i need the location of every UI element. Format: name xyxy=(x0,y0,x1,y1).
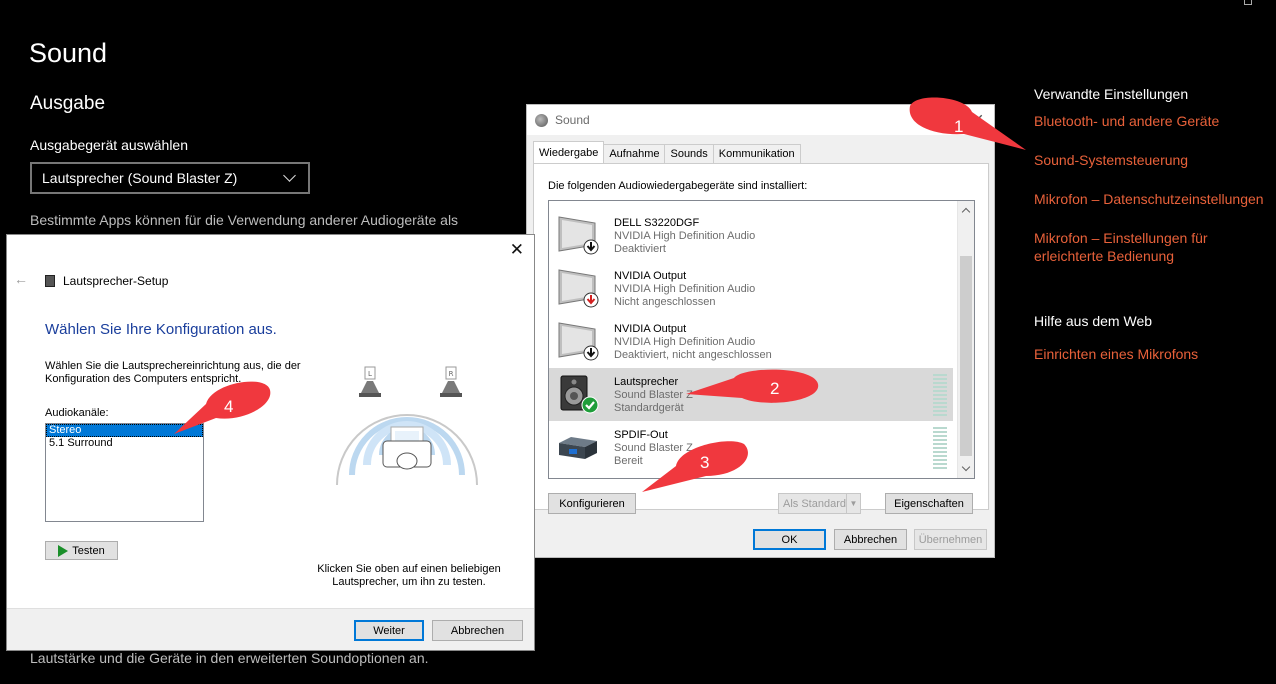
device-name: NVIDIA Output xyxy=(614,323,687,335)
annotation-callout-4: 4 xyxy=(174,381,271,434)
section-heading-output: Ausgabe xyxy=(30,93,106,114)
scroll-down-icon[interactable] xyxy=(961,462,971,472)
volume-meter xyxy=(933,427,947,469)
tab-communication[interactable]: Kommunikation xyxy=(712,144,801,163)
output-device-label: Ausgabegerät auswählen xyxy=(30,137,189,153)
link-bluetooth-devices[interactable]: Bluetooth- und andere Geräte xyxy=(1034,112,1274,130)
sound-tabs: Wiedergabe Aufnahme Sounds Kommunikation xyxy=(533,141,801,164)
device-driver: Sound Blaster Z xyxy=(614,389,693,401)
speaker-right-label: R xyxy=(449,370,454,378)
audio-channels-label: Audiokanäle: xyxy=(45,407,109,419)
set-default-button[interactable]: Als Standard ▼ xyxy=(778,493,861,514)
speaker-app-icon xyxy=(535,113,548,127)
ok-button[interactable]: OK xyxy=(753,529,826,550)
link-microphone-accessibility[interactable]: Mikrofon – Einstellungen für erleichtert… xyxy=(1034,229,1274,265)
speaker-left-label: L xyxy=(368,370,372,378)
output-device-value: Lautsprecher (Sound Blaster Z) xyxy=(42,170,238,186)
output-description: Bestimmte Apps können für die Verwendung… xyxy=(30,212,459,228)
device-name: NVIDIA Output xyxy=(614,270,687,282)
link-microphone-privacy[interactable]: Mikrofon – Datenschutzeinstellungen xyxy=(1034,190,1274,208)
scroll-thumb[interactable] xyxy=(960,256,972,456)
playback-intro: Die folgenden Audiowiedergabegeräte sind… xyxy=(548,180,808,192)
annotation-number: 3 xyxy=(700,453,709,472)
apply-button[interactable]: Übernehmen xyxy=(914,529,987,550)
playback-device-list[interactable]: DELL S3220DGF NVIDIA High Definition Aud… xyxy=(548,200,975,479)
list-item[interactable]: NVIDIA Output NVIDIA High Definition Aud… xyxy=(549,315,953,368)
set-default-label: Als Standard xyxy=(783,497,846,510)
output-device-select[interactable]: Lautsprecher (Sound Blaster Z) xyxy=(30,162,310,194)
related-settings-panel: Verwandte Einstellungen Bluetooth- und a… xyxy=(1034,86,1274,384)
test-button[interactable]: Testen xyxy=(45,541,118,560)
device-name: DELL S3220DGF xyxy=(614,217,700,229)
speaker-layout-diagram: L R xyxy=(336,366,478,486)
sound-dialog: Sound ✕ Wiedergabe Aufnahme Sounds Kommu… xyxy=(526,104,995,558)
spdif-device-icon xyxy=(559,437,597,459)
test-button-label: Testen xyxy=(72,544,105,557)
page-title: Sound xyxy=(29,38,108,68)
play-icon xyxy=(58,544,69,557)
related-settings-heading: Verwandte Einstellungen xyxy=(1034,86,1189,102)
speaker-setup-heading: Wählen Sie Ihre Konfiguration aus. xyxy=(45,321,277,338)
sound-dialog-title: Sound xyxy=(555,113,590,127)
list-item[interactable]: NVIDIA Output NVIDIA High Definition Aud… xyxy=(549,262,953,315)
monitor-icon xyxy=(558,322,599,361)
chevron-down-icon xyxy=(283,169,296,182)
properties-button[interactable]: Eigenschaften xyxy=(885,493,973,514)
device-driver: NVIDIA High Definition Audio xyxy=(614,230,756,242)
annotation-callout-2: 2 xyxy=(686,369,819,403)
device-status: Standardgerät xyxy=(614,402,684,414)
speaker-test-hint: Klicken Sie oben auf einen beliebigen La… xyxy=(317,563,501,588)
chevron-down-icon[interactable]: ▼ xyxy=(846,494,860,513)
configure-button[interactable]: Konfigurieren xyxy=(548,493,636,514)
device-status: Deaktiviert xyxy=(614,243,666,255)
tab-recording[interactable]: Aufnahme xyxy=(603,144,666,163)
annotation-callout-3: 3 xyxy=(642,441,748,492)
speaker-setup-title: Lautsprecher-Setup xyxy=(63,274,169,288)
speaker-front-left-icon[interactable]: L xyxy=(359,366,381,397)
speaker-icon xyxy=(560,375,599,414)
help-web-heading: Hilfe aus dem Web xyxy=(1034,313,1153,329)
device-driver: NVIDIA High Definition Audio xyxy=(614,283,756,295)
link-sound-control-panel[interactable]: Sound-Systemsteuerung xyxy=(1034,151,1274,169)
tab-playback[interactable]: Wiedergabe xyxy=(533,141,605,164)
annotation-number: 4 xyxy=(224,397,233,416)
next-button[interactable]: Weiter xyxy=(354,620,424,641)
close-icon[interactable]: ✕ xyxy=(510,240,524,260)
annotation-number: 1 xyxy=(954,117,963,136)
list-item[interactable]: DELL S3220DGF NVIDIA High Definition Aud… xyxy=(549,209,953,262)
link-setup-microphone[interactable]: Einrichten eines Mikrofons xyxy=(1034,345,1274,363)
channel-option-5-1-surround[interactable]: 5.1 Surround xyxy=(46,437,203,450)
audio-channels-list[interactable]: Stereo 5.1 Surround xyxy=(45,423,204,522)
device-list-scrollbar[interactable] xyxy=(957,201,974,478)
device-status: Deaktiviert, nicht angeschlossen xyxy=(614,349,772,361)
cancel-button[interactable]: Abbrechen xyxy=(834,529,907,550)
speaker-front-right-icon[interactable]: R xyxy=(440,366,462,397)
annotation-callout-1: 1 xyxy=(909,97,1026,150)
tab-sounds[interactable]: Sounds xyxy=(664,144,714,163)
window-controls[interactable] xyxy=(1216,0,1276,6)
maximize-icon[interactable] xyxy=(1244,0,1252,5)
monitor-icon xyxy=(558,269,599,308)
speaker-setup-footer: Weiter Abbrechen xyxy=(7,608,534,650)
device-name: Lautsprecher xyxy=(614,376,679,388)
back-arrow-icon[interactable]: ← xyxy=(14,271,28,287)
device-status: Bereit xyxy=(614,455,643,467)
monitor-icon xyxy=(558,216,599,255)
speaker-setup-dialog: ✕ ← Lautsprecher-Setup Wählen Sie Ihre K… xyxy=(6,234,535,651)
volume-meter xyxy=(933,374,947,416)
speaker-setup-icon xyxy=(45,275,55,287)
scroll-up-icon[interactable] xyxy=(961,207,971,217)
device-driver: NVIDIA High Definition Audio xyxy=(614,336,756,348)
output-description-end: Lautstärke und die Geräte in den erweite… xyxy=(30,650,429,666)
device-status: Nicht angeschlossen xyxy=(614,296,716,308)
cancel-button[interactable]: Abbrechen xyxy=(432,620,523,641)
playback-pane: Die folgenden Audiowiedergabegeräte sind… xyxy=(533,163,989,514)
annotation-number: 2 xyxy=(770,379,779,398)
